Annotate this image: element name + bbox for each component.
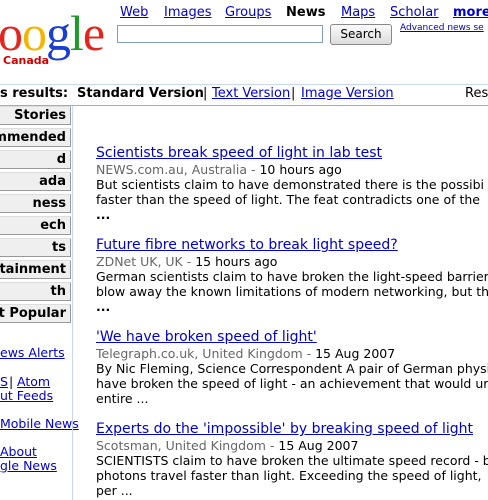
result-source: Telegraph.co.uk, United Kingdom <box>96 346 303 361</box>
news-alerts-link[interactable]: ews Alerts <box>0 345 65 360</box>
divider <box>0 105 488 106</box>
result-title-link[interactable]: Experts do the 'impossible' by breaking … <box>96 421 473 437</box>
nav-more[interactable]: more <box>453 5 488 20</box>
result-item: Scientists break speed of light in lab t… <box>96 145 488 222</box>
separator: | <box>9 374 14 389</box>
result-source-line: ZDNet UK, UK - 15 hours ago <box>96 254 278 269</box>
sidebar-item-business[interactable]: ness <box>0 194 71 213</box>
google-news-link[interactable]: gle News <box>0 458 57 473</box>
logo-letter: e <box>82 5 105 61</box>
result-title-link[interactable]: Scientists break speed of light in lab t… <box>96 145 382 161</box>
sidebar-item-entertainment[interactable]: ertainment <box>0 260 71 279</box>
sidebar-item-top-stories[interactable]: Stories <box>0 106 71 125</box>
result-source-line: NEWS.com.au, Australia - 10 hours ago <box>96 162 342 177</box>
sidebar-item-world[interactable]: d <box>0 150 71 169</box>
advanced-search-link[interactable]: Advanced news se <box>400 23 484 33</box>
result-item: Future fibre networks to break light spe… <box>96 237 488 314</box>
nav-scholar[interactable]: Scholar <box>390 5 439 20</box>
atom-link[interactable]: Atom <box>17 374 50 389</box>
result-item: Experts do the 'impossible' by breaking … <box>96 421 488 498</box>
logo-region: Canada <box>3 54 50 67</box>
nav-maps[interactable]: Maps <box>341 5 375 20</box>
nav-web[interactable]: Web <box>120 5 148 20</box>
sidebar-item-scitech[interactable]: ech <box>0 216 71 235</box>
mobile-news-link[interactable]: Mobile News <box>0 416 79 431</box>
result-snippet-line: faster than the speed of light. The feat… <box>96 192 480 207</box>
result-snippet-line: blow away the known limitations of moder… <box>96 284 488 299</box>
results-right-label: Res <box>465 86 488 101</box>
nav-groups[interactable]: Groups <box>225 5 271 20</box>
about-link[interactable]: About <box>0 444 37 459</box>
google-logo[interactable]: oogle <box>0 5 105 61</box>
logo-letter: g <box>46 5 71 61</box>
separator: | <box>203 86 208 101</box>
sidebar-divider <box>72 106 73 500</box>
search-button[interactable]: Search <box>330 24 392 45</box>
sidebar-item-health[interactable]: th <box>0 282 71 301</box>
result-snippet-line: photons travel faster than light. Exceed… <box>96 468 482 483</box>
result-source: NEWS.com.au, Australia <box>96 162 248 177</box>
result-source-line: Scotsman, United Kingdom - 15 Aug 2007 <box>96 438 359 453</box>
about-feeds-link[interactable]: ut Feeds <box>0 388 53 403</box>
logo-letter: o <box>0 5 23 61</box>
separator: | <box>291 86 296 101</box>
standard-version-label: Standard Version <box>77 86 204 101</box>
text-version-link[interactable]: Text Version <box>212 86 290 101</box>
nav-news: News <box>286 5 326 20</box>
sidebar: Stories ommended d ada ness ech ts ertai… <box>0 106 79 500</box>
result-title-link[interactable]: 'We have broken speed of light' <box>96 329 317 345</box>
result-snippet-line: SCIENTISTS claim to have broken the ulti… <box>96 453 488 468</box>
result-more: ... <box>96 207 111 222</box>
results-bar: s results: Standard Version | Text Versi… <box>0 85 488 105</box>
result-source: Scotsman, United Kingdom <box>96 438 266 453</box>
sidebar-item-recommended[interactable]: ommended <box>0 128 71 147</box>
logo-letter: l <box>70 5 84 61</box>
result-more: ... <box>96 299 111 314</box>
result-snippet-line: per ... <box>96 483 133 498</box>
result-source: ZDNet UK, UK <box>96 254 183 269</box>
result-age: 15 Aug 2007 <box>315 346 396 361</box>
result-snippet-line: By Nic Fleming, Science Correspondent A … <box>96 361 488 376</box>
result-snippet-line: German scientists claim to have broken t… <box>96 269 488 284</box>
result-age: 10 hours ago <box>259 162 342 177</box>
sidebar-item-most-popular[interactable]: t Popular <box>0 304 71 323</box>
sidebar-item-canada[interactable]: ada <box>0 172 71 191</box>
result-item: 'We have broken speed of light' Telegrap… <box>96 329 488 406</box>
image-version-link[interactable]: Image Version <box>301 86 394 101</box>
result-snippet-line: entire ... <box>96 391 149 406</box>
rss-link[interactable]: S <box>0 374 8 389</box>
logo-letter: o <box>22 5 47 61</box>
result-title-link[interactable]: Future fibre networks to break light spe… <box>96 237 398 253</box>
sidebar-item-sports[interactable]: ts <box>0 238 71 257</box>
result-age: 15 hours ago <box>195 254 278 269</box>
results-label: s results: <box>0 86 69 101</box>
result-snippet-line: have broken the speed of light - an achi… <box>96 376 488 391</box>
result-snippet-line: But scientists claim to have demonstrate… <box>96 177 484 192</box>
search-input[interactable] <box>117 25 323 43</box>
result-age: 15 Aug 2007 <box>278 438 359 453</box>
nav-images[interactable]: Images <box>164 5 212 20</box>
result-source-line: Telegraph.co.uk, United Kingdom - 15 Aug… <box>96 346 396 361</box>
